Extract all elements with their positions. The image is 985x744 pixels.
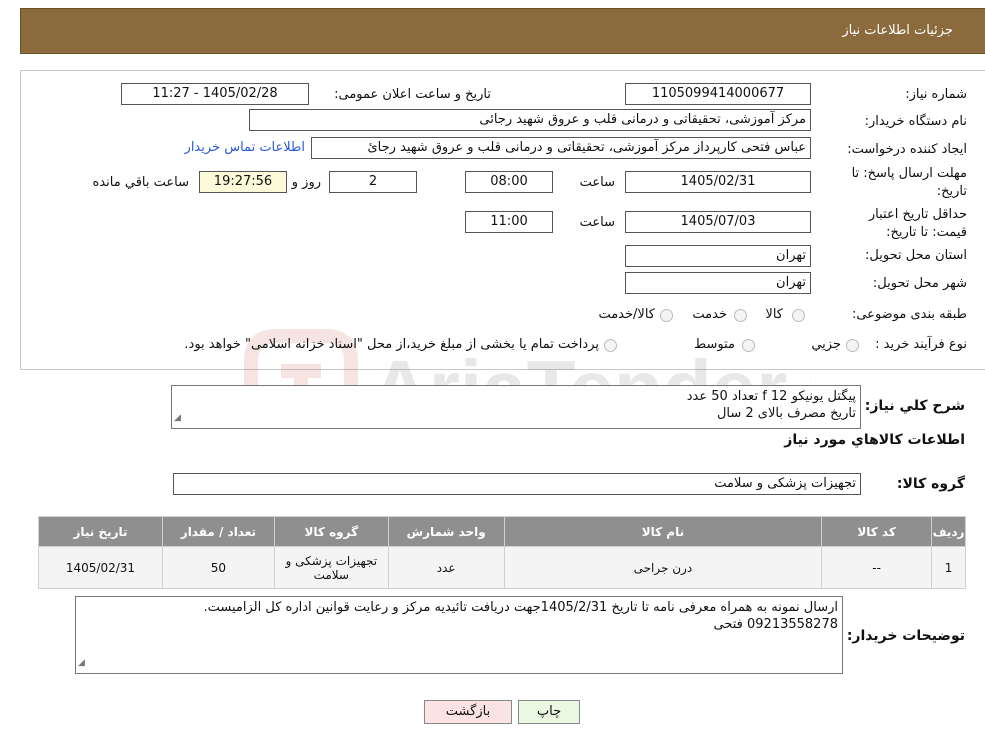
col-goods-group: گروه کالا — [273, 516, 389, 547]
page-title: جزئیات اطلاعات نیاز — [842, 23, 953, 38]
goods-table: رديف کد کالا نام کالا واحد شمارش گروه کا… — [38, 516, 966, 589]
creator-label: ایجاد کننده درخواست: — [847, 142, 967, 157]
cell-goods-code: -- — [821, 546, 933, 589]
deadline-label: مهلت ارسال پاسخ: تا تاریخ: — [851, 166, 967, 199]
col-goods-name: نام کالا — [503, 516, 823, 547]
treasury-checkbox[interactable] — [604, 339, 617, 352]
goods-group-label: گروه کالا: — [896, 476, 965, 492]
goods-group-field: تجهیزات پزشکی و سلامت — [173, 473, 861, 495]
col-need-date: تاریخ نیاز — [38, 516, 163, 547]
process-radio-minor[interactable] — [846, 339, 859, 352]
days-remaining-field: 2 — [329, 171, 417, 193]
back-button[interactable]: بازگشت — [424, 700, 512, 724]
buyer-org-label: نام دستگاه خریدار: — [864, 114, 967, 129]
process-option-minor: جزیي — [811, 337, 841, 352]
category-option-goods-service: کالا/خدمت — [598, 307, 655, 322]
buyer-notes-textarea[interactable]: ارسال نمونه به همراه معرفی نامه تا تاریخ… — [75, 596, 843, 674]
description-line-2: تاریخ مصرف بالای 2 سال — [716, 406, 856, 421]
treasury-note: پرداخت تمام یا بخشی از مبلغ خرید،از محل … — [184, 337, 599, 352]
col-unit: واحد شمارش — [387, 516, 505, 547]
price-validity-date-field: 1405/07/03 — [625, 211, 811, 233]
category-radio-service[interactable] — [734, 309, 747, 322]
announce-date-label: تاریخ و ساعت اعلان عمومی: — [334, 87, 491, 102]
description-line-1: پیگتل یونیکو f 12 تعداد 50 عدد — [686, 389, 856, 404]
col-goods-code: کد کالا — [821, 516, 933, 547]
category-radio-goods-service[interactable] — [660, 309, 673, 322]
price-validity-label: حداقل تاریخ اعتبار قیمت: تا تاریخ: — [868, 207, 967, 240]
resize-grip-icon[interactable]: ◢ — [78, 655, 85, 672]
creator-field: عباس فتحی کارپرداز مرکز آموزشی، تحقیقاتی… — [311, 137, 811, 159]
need-details-panel: AriaTender.neT شماره نیاز: 1105099414000… — [20, 70, 985, 433]
announce-date-field: 1405/02/28 - 11:27 — [121, 83, 309, 105]
deadline-time-label: ساعت — [579, 175, 615, 190]
table-row: 1 -- درن جراحی عدد تجهیزات پزشکی و سلامت… — [38, 546, 966, 589]
buyer-notes-label: توضیحات خریدار: — [846, 628, 965, 644]
cell-goods-name: درن جراحی — [503, 546, 823, 589]
buyer-notes-line-2: 09213558278 فتحی — [713, 617, 838, 632]
general-description-label: شرح کلي نياز: — [864, 398, 965, 414]
process-option-medium: متوسط — [694, 337, 735, 352]
category-radio-goods[interactable] — [792, 309, 805, 322]
cell-unit: عدد — [387, 546, 505, 589]
city-field: تهران — [625, 272, 811, 294]
resize-grip-icon[interactable]: ◢ — [174, 410, 181, 427]
goods-info-title: اطلاعات کالاهاي مورد نياز — [784, 432, 965, 448]
province-field: تهران — [625, 245, 811, 267]
cell-quantity: 50 — [161, 546, 275, 589]
need-number-label: شماره نیاز: — [905, 87, 967, 102]
remaining-time-field: 19:27:56 — [199, 171, 287, 193]
province-label: استان محل تحویل: — [865, 248, 967, 263]
deadline-date-field: 1405/02/31 — [625, 171, 811, 193]
category-option-service: خدمت — [692, 307, 727, 322]
need-number-field: 1105099414000677 — [625, 83, 811, 105]
cell-need-date: 1405/02/31 — [38, 546, 163, 589]
process-radio-medium[interactable] — [742, 339, 755, 352]
buyer-contact-link[interactable]: اطلاعات تماس خریدار — [185, 140, 305, 155]
col-row-number: رديف — [931, 516, 966, 547]
price-validity-time-field: 11:00 — [465, 211, 553, 233]
cell-row-number: 1 — [931, 546, 966, 589]
process-type-label: نوع فرآیند خرید : — [875, 337, 967, 352]
days-word: روز و — [291, 175, 321, 190]
category-option-goods: کالا — [765, 307, 783, 322]
remaining-time-label: ساعت باقي مانده — [92, 175, 189, 190]
category-label: طبقه بندی موضوعی: — [851, 307, 967, 322]
price-validity-time-label: ساعت — [579, 215, 615, 230]
deadline-time-field: 08:00 — [465, 171, 553, 193]
page-header: جزئیات اطلاعات نیاز — [20, 8, 985, 54]
col-quantity: تعداد / مقدار — [161, 516, 275, 547]
general-description-textarea[interactable]: پیگتل یونیکو f 12 تعداد 50 عدد تاریخ مصر… — [171, 385, 861, 429]
buyer-notes-line-1: ارسال نمونه به همراه معرفی نامه تا تاریخ… — [203, 600, 838, 615]
city-label: شهر محل تحویل: — [872, 276, 967, 291]
buyer-org-field: مرکز آموزشی، تحقیقاتی و درمانی قلب و عرو… — [249, 109, 811, 131]
table-header-row: رديف کد کالا نام کالا واحد شمارش گروه کا… — [38, 516, 966, 547]
print-button[interactable]: چاپ — [518, 700, 580, 724]
cell-goods-group: تجهیزات پزشکی و سلامت — [273, 546, 389, 589]
